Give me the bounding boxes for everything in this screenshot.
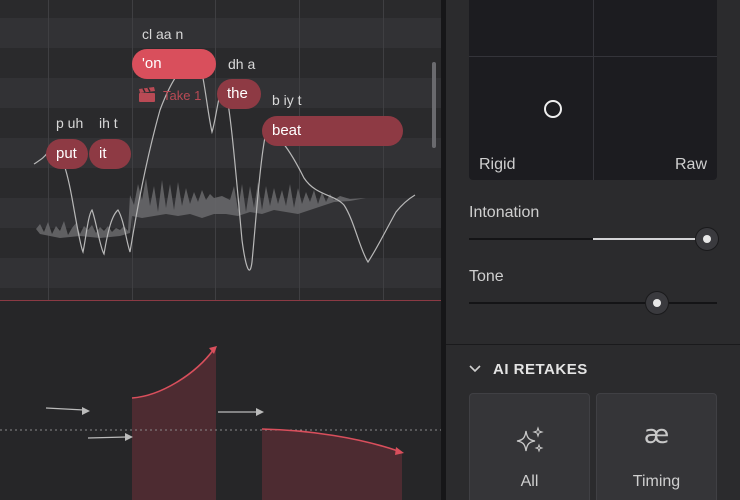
retake-timing-button[interactable]: æ Timing (596, 393, 717, 500)
phoneme-label: cl aa n (142, 26, 184, 42)
ae-ligature-icon: æ (643, 420, 670, 450)
ai-retakes-title: AI RETAKES (493, 360, 588, 378)
automation-fill (132, 348, 216, 500)
slider-fill (593, 238, 708, 240)
tone-label: Tone (469, 268, 504, 285)
intonation-slider[interactable] (469, 228, 719, 250)
pad-handle[interactable] (544, 100, 562, 118)
side-panel: Rigid Raw Intonation Tone AI RETAKES All… (446, 0, 740, 500)
retake-all-button[interactable]: All (469, 393, 590, 500)
phoneme-label: p uh (56, 115, 84, 131)
timing-arrow (87, 436, 127, 439)
phoneme-label: b iy t (272, 92, 302, 108)
phoneme-label: ih t (99, 115, 118, 131)
take-badge[interactable]: Take 1 (138, 86, 201, 104)
arrow-head (125, 433, 133, 441)
automation-fill (262, 429, 402, 500)
section-divider (446, 344, 740, 345)
retake-timing-label: Timing (632, 473, 681, 490)
phoneme-label: dh a (228, 56, 256, 72)
xy-pad[interactable]: Rigid Raw (469, 0, 717, 180)
arrow-head (256, 408, 264, 416)
pad-label-rigid: Rigid (479, 156, 516, 173)
arrow-head (395, 447, 404, 455)
tone-slider[interactable] (469, 292, 717, 314)
pitch-editor[interactable]: p uh ih t cl aa n dh a b iy t put it 'on… (0, 0, 441, 500)
clapperboard-icon (139, 87, 155, 102)
slider-thumb[interactable] (696, 228, 719, 250)
note-it[interactable]: it (89, 139, 131, 169)
note-put[interactable]: put (46, 139, 88, 169)
slider-thumb[interactable] (646, 292, 669, 314)
take-label: Take 1 (163, 87, 202, 103)
note-beat[interactable]: beat (262, 116, 403, 146)
arrow-head (82, 407, 90, 415)
pad-gridline (593, 0, 594, 180)
pitch-waveform-overlay (0, 59, 441, 500)
sparkles-icon (516, 426, 544, 453)
audio-waveform (36, 178, 366, 238)
intonation-label: Intonation (469, 204, 540, 221)
note-on[interactable]: 'on (132, 49, 216, 79)
ai-retakes-header[interactable]: AI RETAKES (469, 358, 588, 380)
pad-label-raw: Raw (674, 156, 707, 173)
chevron-down-icon[interactable] (469, 365, 481, 373)
vertical-scrollbar[interactable] (432, 62, 436, 148)
timing-arrow (45, 407, 85, 411)
note-the[interactable]: the (217, 79, 261, 109)
retake-all-label: All (520, 473, 539, 490)
